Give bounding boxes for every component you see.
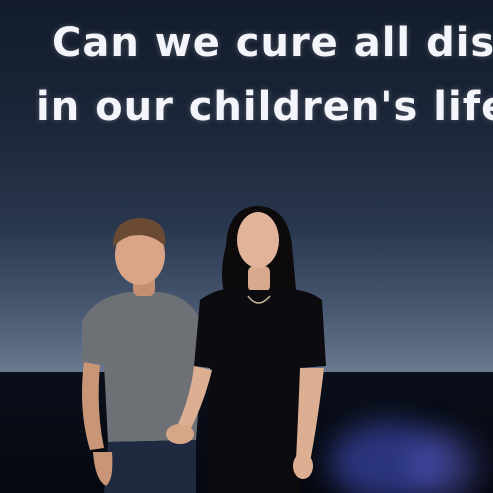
people-illustration <box>82 206 326 493</box>
man-arm-left <box>82 362 104 450</box>
clasped-hands <box>166 424 194 444</box>
woman-hand-right <box>293 453 313 479</box>
woman-face <box>237 212 279 268</box>
man-jeans <box>104 440 196 493</box>
woman-neck <box>248 266 270 292</box>
woman-arm-right <box>296 368 324 462</box>
photo: Can we cure all dis in our children's li… <box>0 0 493 493</box>
man-hand <box>93 452 113 486</box>
man-figure <box>82 218 202 493</box>
